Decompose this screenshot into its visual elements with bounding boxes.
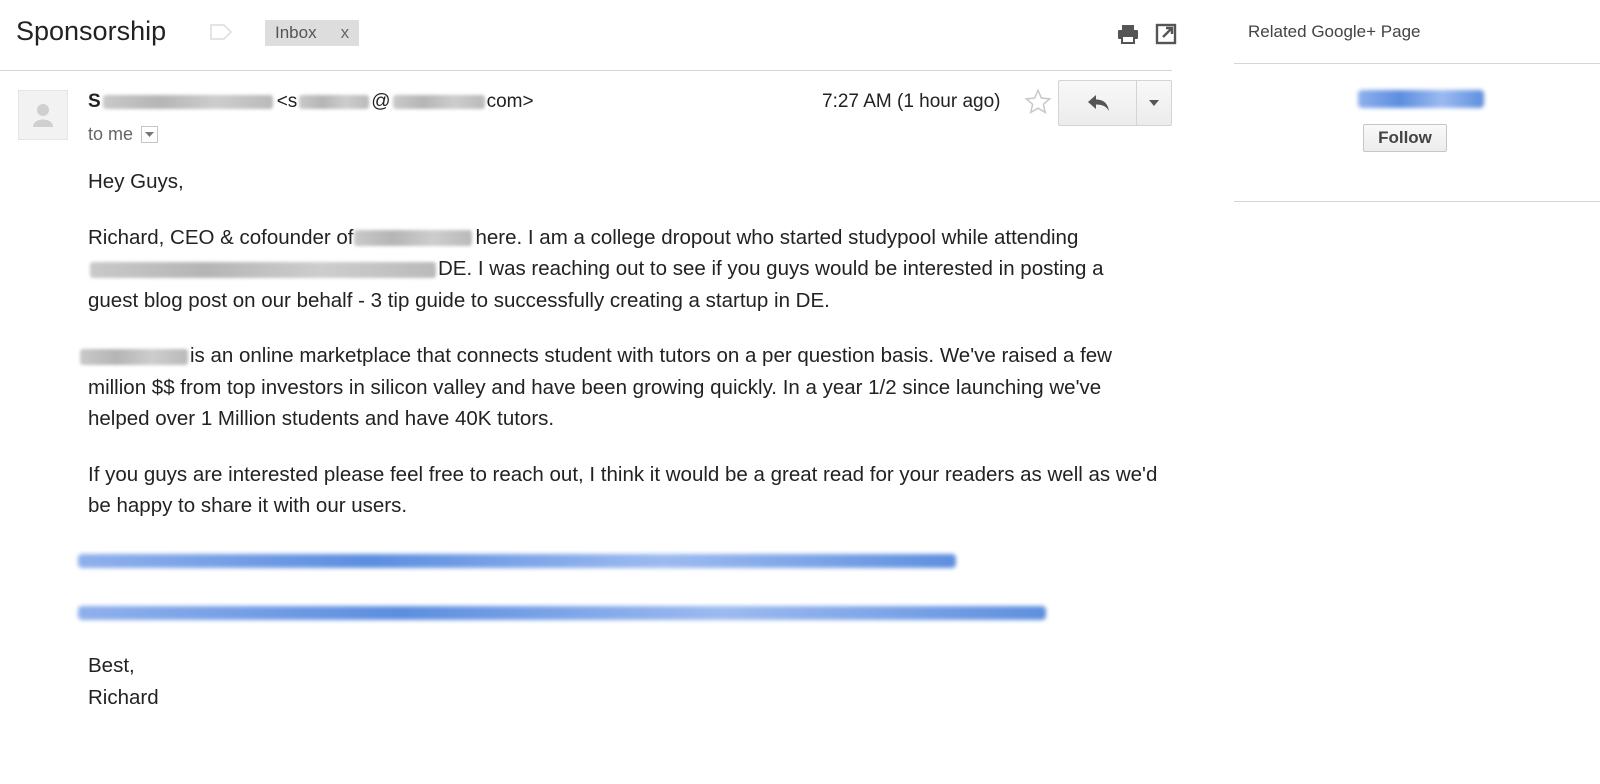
intro-part-1: Richard, CEO & cofounder of (88, 225, 354, 249)
recipient-text: to me (88, 124, 134, 144)
avatar-icon (33, 104, 53, 127)
sidebar-divider-top (1234, 63, 1600, 64)
redacted-email-domain (392, 95, 485, 109)
signature: Richard (88, 685, 159, 709)
details-dropdown-icon[interactable] (141, 126, 159, 143)
sender-email-at: @ (371, 91, 391, 112)
redacted-school-name (90, 261, 436, 278)
more-actions-icon (1149, 100, 1159, 106)
intro-part-2: here. I am a college dropout who started… (475, 225, 1079, 249)
reply-button-group (1058, 80, 1172, 126)
redacted-email-user (299, 95, 370, 109)
greeting: Hey Guys, (88, 170, 184, 193)
print-icon[interactable] (1116, 22, 1140, 46)
email-subject: Sponsorship (16, 16, 167, 46)
message-timestamp: 7:27 AM (1 hour ago) (822, 91, 1001, 112)
paragraph-intro: Richard, CEO & cofounder of here. I am a … (88, 222, 1158, 317)
sender-avatar[interactable] (18, 90, 68, 140)
sender-email-open: <s (276, 91, 298, 112)
redacted-sender-name (102, 95, 273, 109)
reply-icon (1087, 95, 1109, 111)
sender-name-initial: S (88, 91, 101, 112)
star-icon[interactable] (1024, 88, 1052, 116)
redacted-link-2[interactable] (78, 598, 1158, 628)
redacted-gplus-page-name[interactable] (1358, 90, 1484, 108)
email-body: Hey Guys, Richard, CEO & cofounder of her… (78, 166, 1158, 714)
remove-label-button[interactable]: x (341, 20, 350, 46)
label-icon[interactable] (210, 24, 232, 40)
sender-email-tail: com> (486, 91, 534, 112)
paragraph-closing: If you guys are interested please feel f… (88, 462, 1158, 518)
redacted-company-name-2 (80, 348, 188, 365)
inbox-label-text: Inbox (275, 23, 317, 42)
follow-button[interactable]: Follow (1363, 124, 1447, 152)
inbox-label-chip: Inbox x (265, 20, 360, 46)
redacted-company-name (353, 230, 472, 247)
paragraph-company: is an online marketplace that connects s… (80, 340, 1158, 435)
recipient-line: to me (88, 124, 159, 145)
sender-line: S <s @ com> (88, 91, 534, 113)
new-window-icon[interactable] (1154, 22, 1178, 46)
related-page-title: Related Google+ Page (1248, 22, 1421, 41)
header-divider (0, 70, 1172, 71)
more-actions-button[interactable] (1137, 81, 1171, 125)
closing-salutation: Best, (88, 653, 135, 677)
reply-button[interactable] (1059, 81, 1137, 125)
sidebar-divider-bottom (1234, 201, 1600, 202)
company-description: is an online marketplace that connects s… (88, 344, 1112, 430)
redacted-link-1[interactable] (78, 546, 1158, 576)
